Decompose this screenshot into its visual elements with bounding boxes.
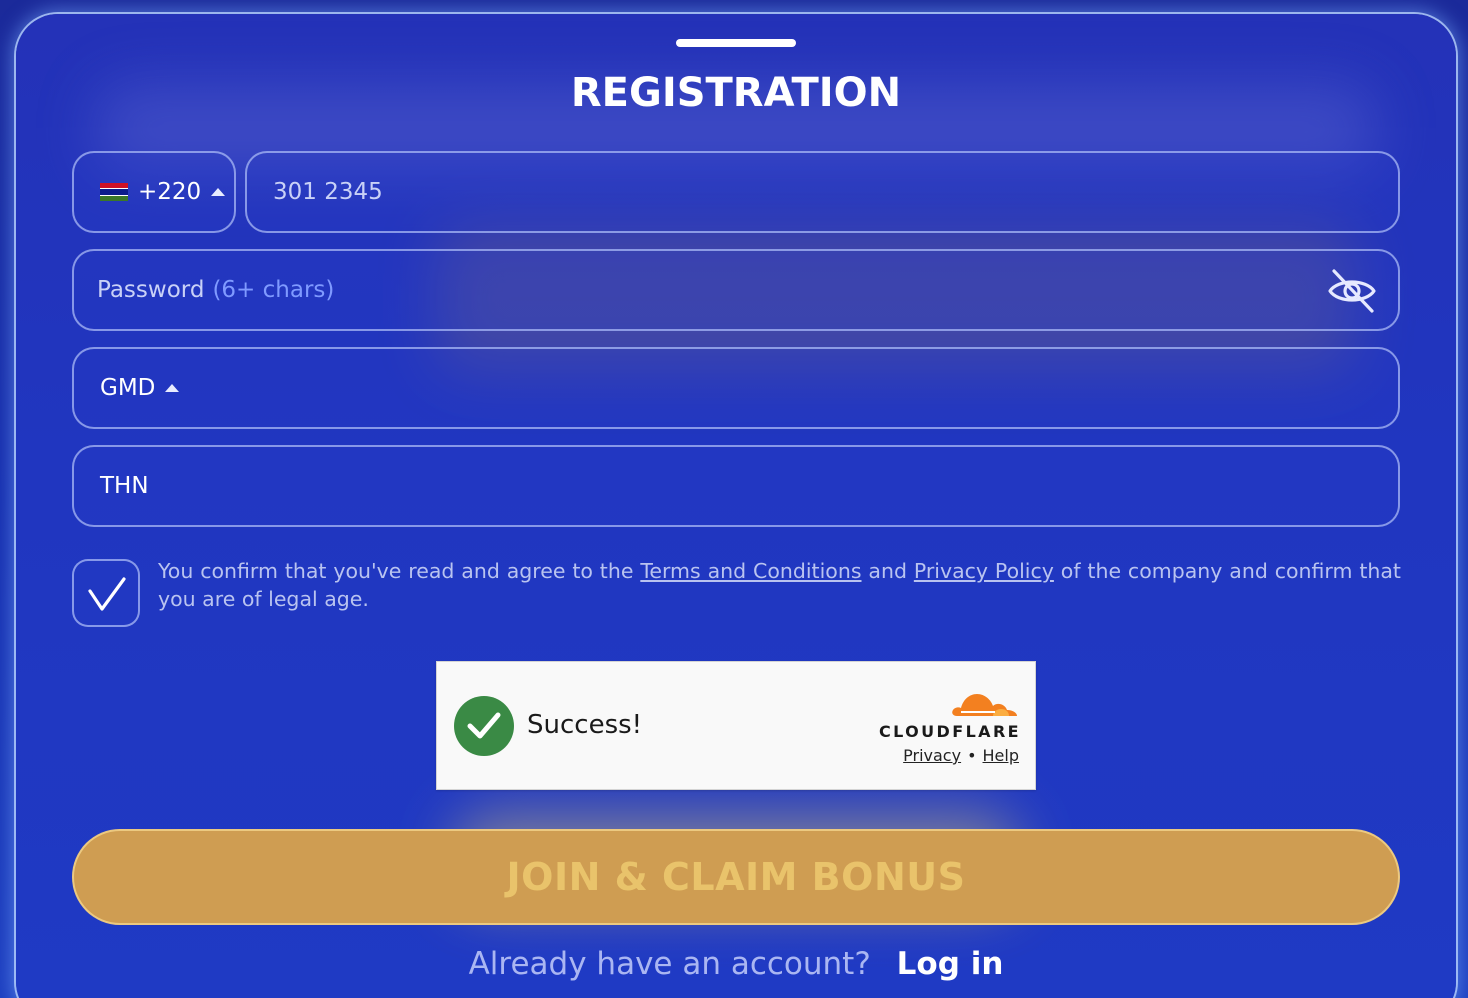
password-placeholder: Password <box>97 277 205 303</box>
consent-checkbox[interactable] <box>72 559 140 627</box>
join-claim-bonus-button[interactable]: JOIN & CLAIM BONUS <box>72 829 1400 925</box>
password-hint: (6+ chars) <box>212 277 335 303</box>
captcha-status: Success! <box>527 710 643 740</box>
phone-input[interactable] <box>271 178 1175 206</box>
currency-select[interactable]: GMD <box>72 347 1400 429</box>
consent-text: You confirm that you've read and agree t… <box>158 557 1401 613</box>
checkmark-icon <box>88 577 126 611</box>
page-title: REGISTRATION <box>570 70 902 116</box>
captcha-privacy-link[interactable]: Privacy <box>903 746 961 765</box>
password-field[interactable]: Password (6+ chars) <box>72 249 1400 331</box>
caret-up-icon <box>165 384 180 392</box>
eye-slash-icon[interactable] <box>1326 265 1378 317</box>
login-link[interactable]: Log in <box>897 946 1004 982</box>
country-code-value: +220 <box>138 179 202 205</box>
login-prompt: Already have an account? Log in <box>16 946 1456 982</box>
consent-text-start: You confirm that you've read and agree t… <box>158 559 634 583</box>
registration-panel: REGISTRATION +220 Password (6+ chars) <box>16 14 1456 998</box>
page-background: REGISTRATION +220 Password (6+ chars) <box>0 0 1468 998</box>
link-separator: • <box>967 746 977 765</box>
drag-handle[interactable] <box>676 39 796 47</box>
consent-text-and: and <box>868 559 907 583</box>
login-question: Already have an account? <box>468 946 871 982</box>
currency-value: GMD <box>100 375 156 401</box>
success-check-icon <box>454 696 514 756</box>
phone-field[interactable] <box>245 151 1400 233</box>
privacy-policy-link[interactable]: Privacy Policy <box>914 559 1054 583</box>
promo-code-value: THN <box>100 473 149 499</box>
flag-icon <box>100 183 128 201</box>
captcha-help-link[interactable]: Help <box>983 746 1019 765</box>
captcha-widget[interactable]: Success! CLOUDFLARE Privacy • Help <box>436 661 1036 790</box>
country-code-select[interactable]: +220 <box>72 151 236 233</box>
promo-code-field[interactable]: THN <box>72 445 1400 527</box>
caret-up-icon <box>211 188 226 196</box>
captcha-links: Privacy • Help <box>903 746 1019 765</box>
cloudflare-logo-icon <box>952 694 1017 716</box>
terms-link[interactable]: Terms and Conditions <box>640 559 861 583</box>
cloudflare-wordmark: CLOUDFLARE <box>879 722 1021 741</box>
